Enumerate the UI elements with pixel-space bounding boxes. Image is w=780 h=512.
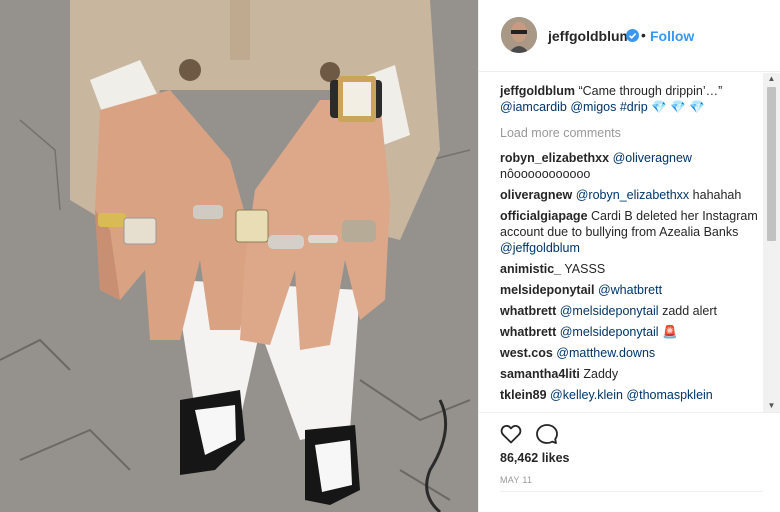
comment-username[interactable]: tklein89	[500, 388, 547, 402]
separator-dot: •	[641, 27, 646, 43]
comment-item: tklein89 @kelley.klein @thomaspklein	[500, 387, 762, 403]
comment-text: nôooooooooooo	[500, 167, 591, 181]
comment-username[interactable]: animistic_	[500, 262, 561, 276]
caption-text: “Came through drippin’…”	[578, 84, 723, 98]
load-more-comments-button[interactable]: Load more comments	[500, 125, 762, 141]
comment-item: oliveragnew @robyn_elizabethxx hahahah	[500, 187, 762, 203]
verified-badge-icon	[626, 29, 639, 42]
comment-mention[interactable]: @robyn_elizabethxx	[576, 188, 689, 202]
comment-username[interactable]: officialgiapage	[500, 209, 588, 223]
comment-item: west.cos @matthew.downs	[500, 345, 762, 361]
post-photo	[0, 0, 478, 512]
comment-item: samantha4liti Zaddy	[500, 366, 762, 382]
comment-mention[interactable]: @melsideponytail	[560, 304, 659, 318]
comment-item: whatbrett @melsideponytail zadd alert	[500, 303, 762, 319]
comment-text: hahahah	[692, 188, 742, 202]
comment-username[interactable]: whatbrett	[500, 325, 556, 339]
comment-username[interactable]: robyn_elizabethxx	[500, 151, 609, 165]
comment-text: zadd alert	[662, 304, 717, 318]
post-date[interactable]: MAY 11	[500, 475, 532, 485]
comment-mention[interactable]: @jeffgoldblum	[500, 241, 580, 255]
comment-mention[interactable]: @melsideponytail	[560, 325, 659, 339]
comment-item: animistic_ YASSS	[500, 261, 762, 277]
comment-item: melsideponytail @whatbrett	[500, 282, 762, 298]
comment-username[interactable]: melsideponytail	[500, 283, 594, 297]
comment-mention[interactable]: @matthew.downs	[556, 346, 655, 360]
comment-mention[interactable]: @kelley.klein @thomaspklein	[550, 388, 713, 402]
comment-username[interactable]: whatbrett	[500, 304, 556, 318]
caption-emoji: 💎 💎 💎	[651, 100, 705, 114]
scroll-up-arrow-icon[interactable]: ▲	[763, 73, 780, 85]
comment-text: YASSS	[564, 262, 606, 276]
speech-bubble-icon[interactable]	[535, 422, 559, 446]
siren-icon: 🚨	[662, 325, 678, 339]
comment-mention[interactable]: @whatbrett	[598, 283, 662, 297]
heart-outline-icon[interactable]	[499, 422, 523, 446]
caption-mentions[interactable]: @iamcardib @migos #drip	[500, 100, 648, 114]
caption-username[interactable]: jeffgoldblum	[500, 84, 575, 98]
post-panel: jeffgoldblum • Follow jeffgoldblum “Came…	[478, 0, 780, 512]
comments-list[interactable]: jeffgoldblum “Came through drippin’…” @i…	[479, 73, 780, 412]
comment-username[interactable]: samantha4liti	[500, 367, 580, 381]
comment-username[interactable]: oliveragnew	[500, 188, 572, 202]
divider	[500, 491, 762, 492]
caption: jeffgoldblum “Came through drippin’…” @i…	[500, 83, 762, 115]
post-header: jeffgoldblum • Follow	[479, 0, 780, 72]
comment-item: robyn_elizabethxx @oliveragnew nôooooooo…	[500, 150, 762, 182]
post-actions: 86,462 likes MAY 11	[479, 412, 780, 512]
comment-username[interactable]: west.cos	[500, 346, 553, 360]
scroll-down-arrow-icon[interactable]: ▼	[763, 400, 780, 412]
comment-text: Zaddy	[583, 367, 619, 381]
likes-count[interactable]: 86,462 likes	[500, 451, 570, 465]
header-username[interactable]: jeffgoldblum	[548, 28, 632, 44]
comments-scrollbar[interactable]: ▲ ▼	[763, 73, 780, 412]
comment-mention[interactable]: @oliveragnew	[613, 151, 692, 165]
avatar[interactable]	[501, 17, 537, 53]
comment-item: officialgiapage Cardi B deleted her Inst…	[500, 208, 762, 256]
comment-item: whatbrett @melsideponytail 🚨	[500, 324, 762, 340]
scrollbar-thumb[interactable]	[767, 87, 776, 241]
follow-button[interactable]: Follow	[650, 28, 694, 44]
